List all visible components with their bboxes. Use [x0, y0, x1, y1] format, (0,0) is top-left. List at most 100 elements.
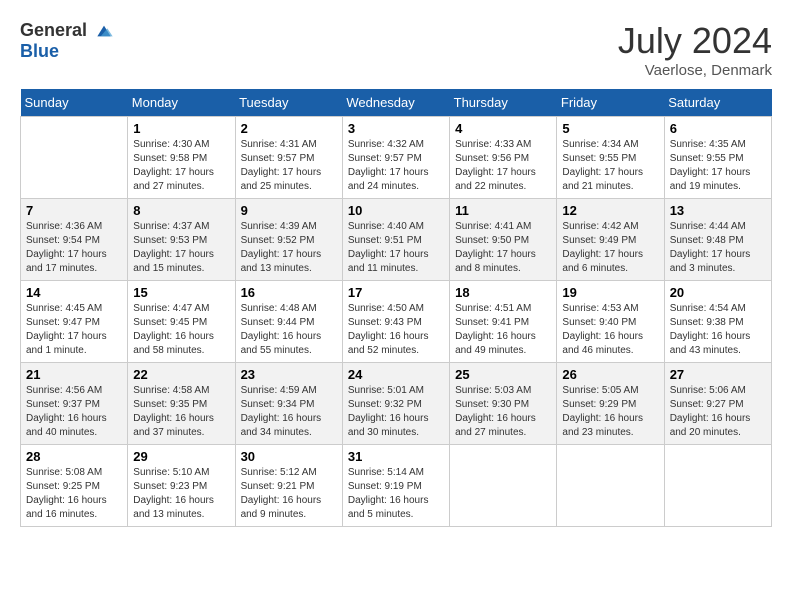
day-number: 13 — [670, 203, 766, 218]
calendar-cell: 19 Sunrise: 4:53 AMSunset: 9:40 PMDayligh… — [557, 281, 664, 363]
day-info: Sunrise: 4:37 AMSunset: 9:53 PMDaylight:… — [133, 220, 229, 276]
day-number: 26 — [562, 367, 658, 382]
day-number: 22 — [133, 367, 229, 382]
calendar-cell: 14Sunrise: 4:45 AMSunset: 9:47 PMDayligh… — [21, 281, 128, 363]
day-number: 8 — [133, 203, 229, 218]
day-info: Sunrise: 4:59 AMSunset: 9:34 PMDaylight:… — [241, 384, 337, 440]
calendar-cell: 4 Sunrise: 4:33 AMSunset: 9:56 PMDaylight… — [450, 117, 557, 199]
day-number: 18 — [455, 285, 551, 300]
day-number: 2 — [241, 121, 337, 136]
day-info: Sunrise: 5:14 AMSunset: 9:19 PMDaylight:… — [348, 466, 444, 522]
day-number: 16 — [241, 285, 337, 300]
day-info: Sunrise: 4:53 AMSunset: 9:40 PMDaylight:… — [562, 302, 658, 358]
day-number: 28 — [26, 449, 122, 464]
calendar-cell: 29 Sunrise: 5:10 AMSunset: 9:23 PMDayligh… — [128, 445, 235, 527]
day-info: Sunrise: 5:01 AMSunset: 9:32 PMDaylight:… — [348, 384, 444, 440]
day-number: 23 — [241, 367, 337, 382]
day-info: Sunrise: 4:50 AMSunset: 9:43 PMDaylight:… — [348, 302, 444, 358]
day-info: Sunrise: 5:05 AMSunset: 9:29 PMDaylight:… — [562, 384, 658, 440]
day-info: Sunrise: 4:47 AMSunset: 9:45 PMDaylight:… — [133, 302, 229, 358]
day-number: 1 — [133, 121, 229, 136]
day-number: 5 — [562, 121, 658, 136]
calendar-cell: 18 Sunrise: 4:51 AMSunset: 9:41 PMDayligh… — [450, 281, 557, 363]
month-title: July 2024 — [618, 20, 772, 62]
day-info: Sunrise: 4:44 AMSunset: 9:48 PMDaylight:… — [670, 220, 766, 276]
column-header-monday: Monday — [128, 89, 235, 117]
day-number: 25 — [455, 367, 551, 382]
calendar-cell: 3Sunrise: 4:32 AMSunset: 9:57 PMDaylight… — [342, 117, 449, 199]
column-header-saturday: Saturday — [664, 89, 771, 117]
day-number: 11 — [455, 203, 551, 218]
day-info: Sunrise: 4:51 AMSunset: 9:41 PMDaylight:… — [455, 302, 551, 358]
calendar-week-2: 7 Sunrise: 4:36 AMSunset: 9:54 PMDaylight… — [21, 199, 772, 281]
calendar-cell: 26 Sunrise: 5:05 AMSunset: 9:29 PMDayligh… — [557, 363, 664, 445]
calendar-cell — [21, 117, 128, 199]
day-number: 12 — [562, 203, 658, 218]
day-number: 29 — [133, 449, 229, 464]
calendar-cell: 25 Sunrise: 5:03 AMSunset: 9:30 PMDayligh… — [450, 363, 557, 445]
calendar-cell: 15 Sunrise: 4:47 AMSunset: 9:45 PMDayligh… — [128, 281, 235, 363]
column-header-sunday: Sunday — [21, 89, 128, 117]
column-header-wednesday: Wednesday — [342, 89, 449, 117]
calendar-week-1: 1 Sunrise: 4:30 AMSunset: 9:58 PMDaylight… — [21, 117, 772, 199]
day-info: Sunrise: 4:42 AMSunset: 9:49 PMDaylight:… — [562, 220, 658, 276]
calendar-cell: 6 Sunrise: 4:35 AMSunset: 9:55 PMDaylight… — [664, 117, 771, 199]
calendar-cell: 7 Sunrise: 4:36 AMSunset: 9:54 PMDaylight… — [21, 199, 128, 281]
day-number: 6 — [670, 121, 766, 136]
calendar-cell: 27 Sunrise: 5:06 AMSunset: 9:27 PMDayligh… — [664, 363, 771, 445]
column-header-tuesday: Tuesday — [235, 89, 342, 117]
title-block: July 2024 Vaerlose, Denmark — [618, 20, 772, 79]
calendar-cell: 28Sunrise: 5:08 AMSunset: 9:25 PMDayligh… — [21, 445, 128, 527]
day-number: 17 — [348, 285, 444, 300]
calendar-cell: 11 Sunrise: 4:41 AMSunset: 9:50 PMDayligh… — [450, 199, 557, 281]
calendar-cell: 1 Sunrise: 4:30 AMSunset: 9:58 PMDaylight… — [128, 117, 235, 199]
day-info: Sunrise: 4:56 AMSunset: 9:37 PMDaylight:… — [26, 384, 122, 440]
column-header-thursday: Thursday — [450, 89, 557, 117]
day-info: Sunrise: 4:32 AMSunset: 9:57 PMDaylight:… — [348, 138, 444, 194]
calendar-cell: 21 Sunrise: 4:56 AMSunset: 9:37 PMDayligh… — [21, 363, 128, 445]
day-number: 19 — [562, 285, 658, 300]
day-number: 9 — [241, 203, 337, 218]
logo: General Blue — [20, 20, 114, 62]
day-info: Sunrise: 4:33 AMSunset: 9:56 PMDaylight:… — [455, 138, 551, 194]
day-number: 21 — [26, 367, 122, 382]
calendar-week-3: 14Sunrise: 4:45 AMSunset: 9:47 PMDayligh… — [21, 281, 772, 363]
calendar-cell: 30 Sunrise: 5:12 AMSunset: 9:21 PMDayligh… — [235, 445, 342, 527]
calendar-week-5: 28Sunrise: 5:08 AMSunset: 9:25 PMDayligh… — [21, 445, 772, 527]
calendar-cell: 5Sunrise: 4:34 AMSunset: 9:55 PMDaylight… — [557, 117, 664, 199]
day-number: 30 — [241, 449, 337, 464]
calendar-cell: 17 Sunrise: 4:50 AMSunset: 9:43 PMDayligh… — [342, 281, 449, 363]
calendar-table: SundayMondayTuesdayWednesdayThursdayFrid… — [20, 89, 772, 527]
calendar-header-row: SundayMondayTuesdayWednesdayThursdayFrid… — [21, 89, 772, 117]
calendar-cell: 20 Sunrise: 4:54 AMSunset: 9:38 PMDayligh… — [664, 281, 771, 363]
day-number: 7 — [26, 203, 122, 218]
day-info: Sunrise: 5:03 AMSunset: 9:30 PMDaylight:… — [455, 384, 551, 440]
day-number: 4 — [455, 121, 551, 136]
day-number: 27 — [670, 367, 766, 382]
calendar-cell: 10Sunrise: 4:40 AMSunset: 9:51 PMDayligh… — [342, 199, 449, 281]
calendar-cell: 31 Sunrise: 5:14 AMSunset: 9:19 PMDayligh… — [342, 445, 449, 527]
calendar-cell — [450, 445, 557, 527]
day-info: Sunrise: 5:12 AMSunset: 9:21 PMDaylight:… — [241, 466, 337, 522]
day-info: Sunrise: 4:39 AMSunset: 9:52 PMDaylight:… — [241, 220, 337, 276]
day-number: 15 — [133, 285, 229, 300]
calendar-cell: 9 Sunrise: 4:39 AMSunset: 9:52 PMDaylight… — [235, 199, 342, 281]
logo-icon — [94, 21, 114, 41]
day-number: 10 — [348, 203, 444, 218]
calendar-cell: 2Sunrise: 4:31 AMSunset: 9:57 PMDaylight… — [235, 117, 342, 199]
column-header-friday: Friday — [557, 89, 664, 117]
day-info: Sunrise: 4:36 AMSunset: 9:54 PMDaylight:… — [26, 220, 122, 276]
logo-general-text: General — [20, 20, 87, 40]
day-info: Sunrise: 5:06 AMSunset: 9:27 PMDaylight:… — [670, 384, 766, 440]
day-info: Sunrise: 4:41 AMSunset: 9:50 PMDaylight:… — [455, 220, 551, 276]
day-info: Sunrise: 5:10 AMSunset: 9:23 PMDaylight:… — [133, 466, 229, 522]
day-number: 31 — [348, 449, 444, 464]
page-header: General Blue July 2024 Vaerlose, Denmark — [20, 20, 772, 79]
calendar-cell — [664, 445, 771, 527]
calendar-cell: 23 Sunrise: 4:59 AMSunset: 9:34 PMDayligh… — [235, 363, 342, 445]
day-info: Sunrise: 4:30 AMSunset: 9:58 PMDaylight:… — [133, 138, 229, 194]
day-info: Sunrise: 4:54 AMSunset: 9:38 PMDaylight:… — [670, 302, 766, 358]
day-number: 20 — [670, 285, 766, 300]
calendar-week-4: 21 Sunrise: 4:56 AMSunset: 9:37 PMDayligh… — [21, 363, 772, 445]
day-info: Sunrise: 4:35 AMSunset: 9:55 PMDaylight:… — [670, 138, 766, 194]
